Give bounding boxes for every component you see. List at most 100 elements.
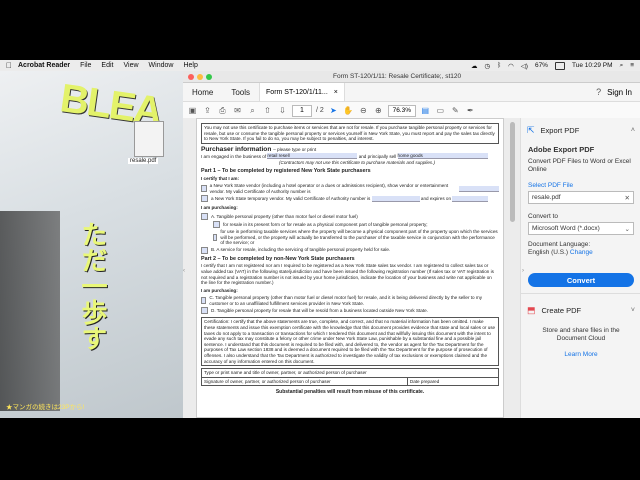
document-cloud-text: Store and share files in the Document Cl… [542,327,620,342]
engaged-label: I am engaged in the business of [201,153,267,159]
next-page-icon[interactable]: ⇩ [277,105,288,116]
search-icon[interactable]: ⌕ [247,105,258,116]
item-a-sub1-checkbox[interactable] [213,220,220,228]
left-pane-toggle-icon[interactable]: ‹ [183,268,185,274]
temp-vendor-checkbox[interactable] [201,195,208,203]
expires-field[interactable] [452,195,489,202]
part1-item-vendor: a New York State vendor (including a hot… [201,183,499,194]
item-d-checkbox[interactable] [201,307,208,315]
spotlight-icon[interactable]: ⌕ [620,62,624,70]
window-titlebar[interactable]: Form ST-120/1/11: Resale Certificate;, s… [183,71,640,83]
manga-vertical-text: ただ一歩す [78,221,108,351]
learn-more-link[interactable]: Learn More [521,347,640,362]
menu-view[interactable]: View [123,62,138,69]
zoom-icon[interactable] [206,73,212,80]
bluetooth-icon[interactable]: ᛒ [497,62,501,69]
close-icon[interactable] [188,73,194,80]
panel-divider [521,293,640,294]
vendor-text: a New York State vendor (including a hot… [209,183,449,194]
document-scrollbar[interactable] [510,122,515,222]
sig-name-label: Type or print name and title of owner, p… [204,370,367,376]
engaged-field[interactable]: retail resell [267,153,358,160]
menu-window[interactable]: Window [149,62,174,69]
convert-button[interactable]: Convert [528,273,634,287]
tab-home[interactable]: Home [183,88,222,97]
right-pane-toggle-icon[interactable]: › [522,268,524,274]
engaged-value: retail resell [267,153,290,159]
signature-field[interactable]: Signature of owner, partner, or authoriz… [202,377,408,386]
zoom-level-select[interactable]: 76.3% [387,104,416,117]
date-field[interactable]: Date prepared [408,378,498,386]
convert-to-label: Convert to [528,213,558,220]
document-area[interactable]: ‹ You may not use this certificate to pu… [183,118,520,418]
prev-page-icon[interactable]: ⇧ [262,105,273,116]
screen:  Acrobat Reader File Edit View Window H… [0,60,640,418]
item-d-text: D. Tangible personal property for resale… [211,308,428,314]
temp-authority-field[interactable] [371,195,420,202]
tools-panel: › ⇱ Export PDF ˄ Adobe Export PDF Conver… [520,118,640,418]
sells-label: and principally sell [358,153,397,159]
timemachine-icon[interactable]: ◷ [485,62,491,70]
sells-field[interactable]: home goods [397,153,488,160]
selected-file-field[interactable]: resale.pdf ✕ [528,191,634,204]
mail-icon[interactable]: ✉ [232,105,243,116]
comment-icon[interactable]: ▭ [435,105,446,116]
page-number-input[interactable]: 1 [292,104,312,117]
tab-document[interactable]: Form ST-120/1/11... × [259,83,345,101]
volume-icon[interactable]: ◁) [521,62,528,70]
item-a-sub2-checkbox[interactable] [213,233,218,241]
wifi-icon[interactable]: ◠ [508,62,514,70]
create-pdf-header[interactable]: ⬒ Create PDF ˅ [521,298,640,323]
cloud-icon[interactable]: ☁ [471,62,478,70]
tab-tools[interactable]: Tools [222,88,259,97]
battery-percent[interactable]: 67% [535,62,548,69]
help-icon[interactable]: ? [596,87,601,97]
notification-icon[interactable]: ≡ [630,62,634,69]
change-language-link[interactable]: Change [570,249,593,256]
select-cursor-icon[interactable]: ➤ [328,105,339,116]
clock[interactable]: Tue 10:29 PM [572,62,613,69]
save-icon[interactable]: ▣ [187,105,198,116]
purchaser-hint: – please type or print [273,146,317,152]
part1-purchasing: I am purchasing: [201,205,238,211]
zoom-in-icon[interactable]: ⊕ [373,105,384,116]
vendor-authority-field[interactable] [459,185,499,192]
acrobat-window: Form ST-120/1/11: Resale Certificate;, s… [183,71,640,418]
apple-icon[interactable]:  [0,61,18,70]
clear-file-icon[interactable]: ✕ [625,194,630,202]
menu-help[interactable]: Help [183,62,197,69]
sign-icon[interactable]: ✒ [465,105,476,116]
export-pdf-header[interactable]: ⇱ Export PDF ˄ [521,118,640,143]
format-select[interactable]: Microsoft Word (*.docx) ⌄ [528,222,634,235]
sells-value: home goods [397,153,423,159]
item-c-checkbox[interactable] [201,297,207,305]
print-icon[interactable]: ⎙ [217,105,228,116]
pdf-file-icon[interactable] [134,121,164,157]
upload-icon[interactable]: ⇪ [202,105,213,116]
desktop-file-label[interactable]: resale.pdf [128,158,159,164]
menu-file[interactable]: File [80,62,91,69]
item-a-checkbox[interactable] [201,212,208,220]
highlight-icon[interactable]: ✎ [450,105,461,116]
select-pdf-link[interactable]: Select PDF File [521,176,640,191]
sign-in-link[interactable]: Sign In [607,88,632,97]
menu-edit[interactable]: Edit [101,62,113,69]
fit-page-icon[interactable]: ▤ [420,105,431,116]
zoom-out-icon[interactable]: ⊖ [358,105,369,116]
status-area: ☁ ◷ ᛒ ◠ ◁) 67% Tue 10:29 PM ⌕ ≡ [471,60,634,71]
item-a-sub1-text: for resale in its present form or for re… [223,221,428,227]
minimize-icon[interactable] [197,73,203,80]
battery-icon[interactable] [554,61,565,70]
part2-item-d: D. Tangible personal property for resale… [201,307,499,315]
temp-vendor-text: a New York State temporary vendor. My va… [211,196,371,202]
sig-name-box[interactable]: Type or print name and title of owner, p… [201,368,499,378]
chevron-down-icon: ⌄ [624,225,630,233]
hand-tool-icon[interactable]: ✋ [343,105,354,116]
chevron-down-icon: ˅ [630,307,635,314]
item-b-checkbox[interactable] [201,246,208,254]
purchaser-heading: Purchaser information – please type or p… [201,146,499,153]
part2-heading: Part 2 – To be completed by non-New York… [201,255,355,262]
close-tab-icon[interactable]: × [334,89,338,96]
menu-app-name[interactable]: Acrobat Reader [18,62,70,69]
vendor-checkbox[interactable] [201,185,207,193]
